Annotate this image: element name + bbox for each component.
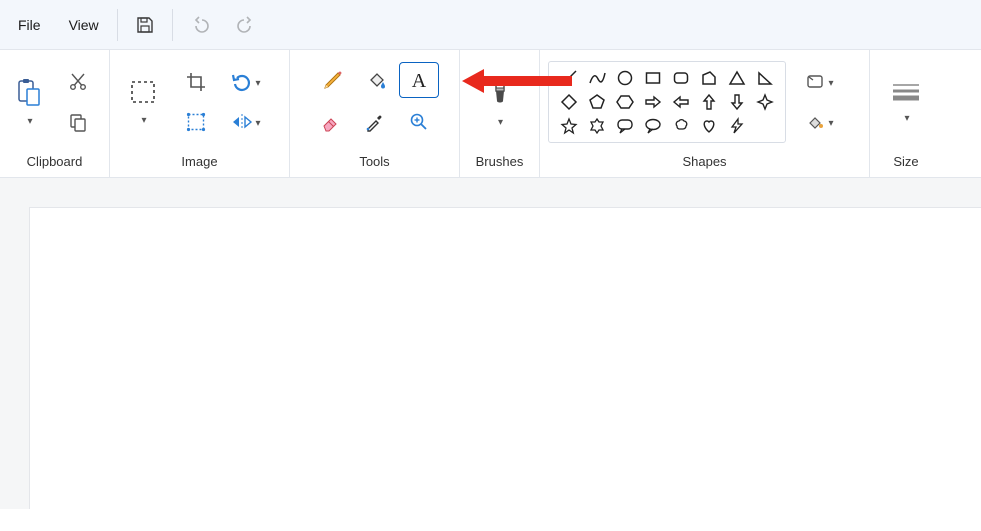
shapes-gallery[interactable] — [548, 61, 786, 143]
flip-button[interactable]: ▾ — [224, 102, 268, 142]
group-brushes: ▾ Brushes — [460, 50, 540, 177]
save-icon — [135, 15, 155, 35]
chevron-down-icon: ▾ — [255, 78, 260, 89]
outline-icon — [806, 73, 826, 91]
group-shapes: ▾ ▾ Shapes — [540, 50, 870, 177]
shape-arrow-up[interactable] — [699, 92, 719, 112]
shape-arrow-down[interactable] — [727, 92, 747, 112]
shape-outline-button[interactable]: ▾ — [798, 62, 842, 102]
chevron-down-icon: ▾ — [828, 118, 833, 129]
flip-icon — [231, 113, 253, 131]
color-picker-tool[interactable] — [353, 102, 397, 142]
canvas[interactable] — [30, 208, 981, 509]
shape-rounded-rectangle[interactable] — [671, 68, 691, 88]
shape-lightning[interactable] — [727, 116, 747, 136]
paste-button[interactable]: ▾ — [8, 60, 50, 144]
group-label: Size — [878, 154, 934, 171]
shape-cloud-callout[interactable] — [671, 116, 691, 136]
shape-arrow-left[interactable] — [671, 92, 691, 112]
separator — [172, 9, 173, 41]
save-button[interactable] — [122, 5, 168, 45]
chevron-down-icon: ▾ — [141, 115, 146, 126]
group-label: Brushes — [468, 154, 531, 171]
rotate-button[interactable]: ▾ — [224, 62, 268, 102]
group-label: Tools — [298, 154, 451, 171]
select-button[interactable]: ▾ — [118, 60, 168, 144]
menu-file[interactable]: File — [4, 13, 55, 37]
crop-button[interactable] — [174, 62, 218, 102]
redo-icon — [236, 15, 256, 35]
shape-arrow-right[interactable] — [643, 92, 663, 112]
resize-button[interactable] — [174, 102, 218, 142]
shape-4point-star[interactable] — [755, 92, 775, 112]
shape-right-triangle[interactable] — [755, 68, 775, 88]
rotate-icon — [231, 72, 253, 92]
shape-diamond[interactable] — [559, 92, 579, 112]
group-image: ▾ ▾ ▾ Image — [110, 50, 290, 177]
shape-6point-star[interactable] — [587, 116, 607, 136]
group-clipboard: ▾ Clipboard — [0, 50, 110, 177]
shape-line[interactable] — [559, 68, 579, 88]
fill-icon — [806, 113, 826, 131]
scissors-icon — [68, 72, 88, 92]
shape-curve[interactable] — [587, 68, 607, 88]
copy-button[interactable] — [56, 102, 100, 142]
pencil-tool[interactable] — [311, 60, 355, 100]
shape-5point-star[interactable] — [559, 116, 579, 136]
undo-button[interactable] — [177, 5, 223, 45]
size-button[interactable]: ▾ — [883, 60, 929, 144]
shape-oval[interactable] — [615, 68, 635, 88]
group-size: ▾ Size — [870, 50, 942, 177]
crop-icon — [186, 72, 206, 92]
redo-button[interactable] — [223, 5, 269, 45]
chevron-down-icon: ▾ — [904, 113, 909, 124]
brush-icon — [488, 77, 512, 107]
shape-polygon[interactable] — [699, 68, 719, 88]
svg-text:A: A — [411, 70, 426, 91]
eyedropper-icon — [364, 111, 386, 133]
group-label: Clipboard — [8, 154, 101, 171]
menubar: File View — [0, 0, 981, 50]
copy-icon — [68, 112, 88, 132]
shape-oval-callout[interactable] — [643, 116, 663, 136]
group-label: Shapes — [548, 154, 861, 171]
stroke-size-icon — [891, 81, 921, 103]
undo-icon — [190, 15, 210, 35]
bucket-icon — [366, 69, 388, 91]
separator — [117, 9, 118, 41]
pencil-icon — [322, 69, 344, 91]
resize-icon — [186, 112, 206, 132]
chevron-down-icon: ▾ — [255, 118, 260, 129]
chevron-down-icon: ▾ — [27, 116, 32, 127]
shape-hexagon[interactable] — [615, 92, 635, 112]
shape-pentagon[interactable] — [587, 92, 607, 112]
shape-heart[interactable] — [699, 116, 719, 136]
brushes-button[interactable]: ▾ — [476, 60, 524, 144]
ribbon: ▾ Clipboard ▾ — [0, 50, 981, 178]
canvas-area — [0, 178, 981, 509]
chevron-down-icon: ▾ — [498, 117, 503, 128]
magnifier-icon — [408, 111, 430, 133]
text-icon: A — [408, 69, 430, 91]
group-tools: A Tools — [290, 50, 460, 177]
shape-rounded-callout[interactable] — [615, 116, 635, 136]
select-icon — [129, 79, 157, 105]
shape-fill-button[interactable]: ▾ — [798, 102, 842, 142]
shape-rectangle[interactable] — [643, 68, 663, 88]
magnifier-tool[interactable] — [397, 102, 441, 142]
eraser-icon — [320, 111, 342, 133]
menu-view[interactable]: View — [55, 13, 113, 37]
fill-tool[interactable] — [355, 60, 399, 100]
chevron-down-icon: ▾ — [828, 78, 833, 89]
eraser-tool[interactable] — [309, 102, 353, 142]
paste-icon — [16, 78, 42, 106]
shape-triangle[interactable] — [727, 68, 747, 88]
text-tool[interactable]: A — [399, 62, 439, 98]
group-label: Image — [118, 154, 281, 171]
cut-button[interactable] — [56, 62, 100, 102]
